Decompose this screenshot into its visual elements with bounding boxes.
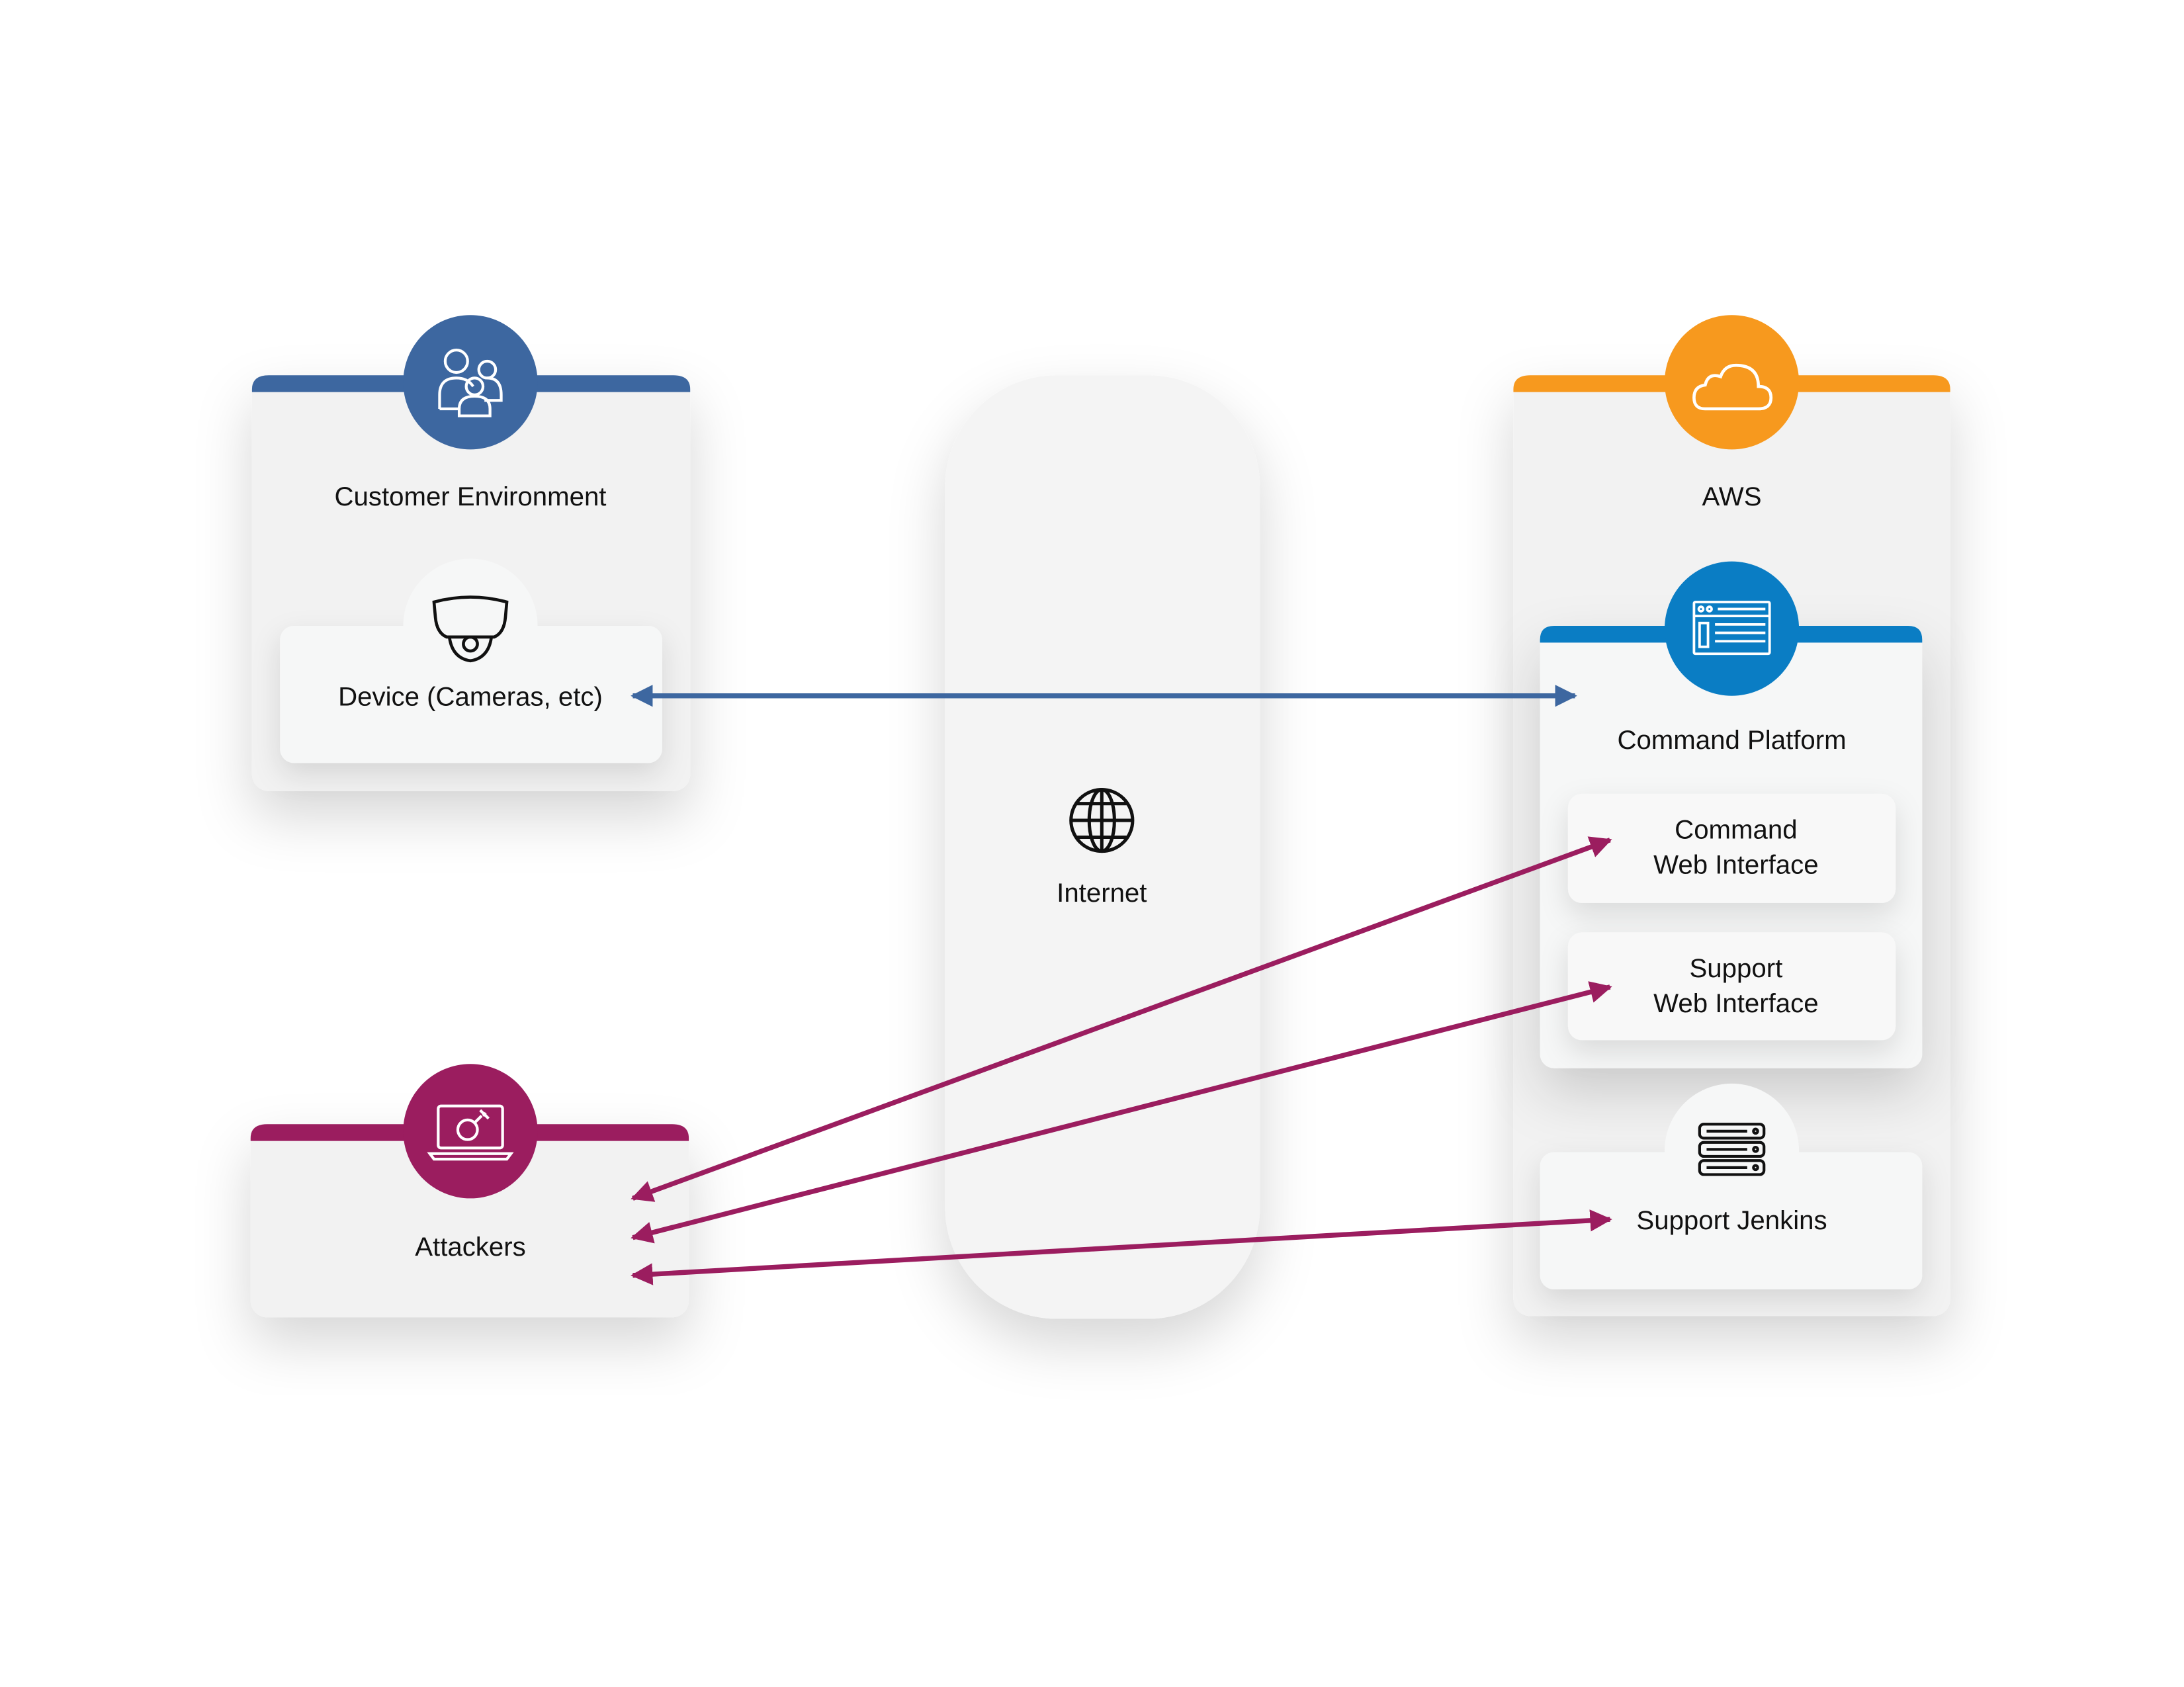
customer-environment-panel: Customer Environment Device (Cameras, et…	[251, 315, 691, 791]
server-rack-icon	[1698, 1123, 1766, 1176]
aws-panel: AWS Command Platform Command Web Interfa…	[1513, 315, 1950, 1317]
aws-title: AWS	[1702, 482, 1761, 511]
support-jenkins-label: Support Jenkins	[1636, 1205, 1827, 1235]
card-label-line1: Command	[1675, 815, 1797, 845]
card-label-line2: Web Interface	[1653, 988, 1818, 1018]
attackers-panel: Attackers	[250, 1064, 689, 1318]
command-web-interface-card: Command Web Interface	[1567, 793, 1896, 903]
attackers-title: Attackers	[415, 1232, 526, 1262]
support-web-interface-card: Support Web Interface	[1567, 932, 1896, 1041]
card-label-line1: Support	[1689, 953, 1782, 983]
architecture-diagram: Internet Customer Environment Device (Ca…	[250, 315, 1950, 1319]
card-label-line2: Web Interface	[1653, 849, 1818, 879]
internet-zone: Internet	[945, 375, 1260, 1319]
command-platform-title: Command Platform	[1617, 725, 1846, 755]
internet-label: Internet	[1057, 878, 1147, 908]
globe-icon	[1069, 787, 1135, 853]
customer-environment-title: Customer Environment	[335, 482, 607, 511]
device-label: Device (Cameras, etc)	[338, 682, 603, 712]
